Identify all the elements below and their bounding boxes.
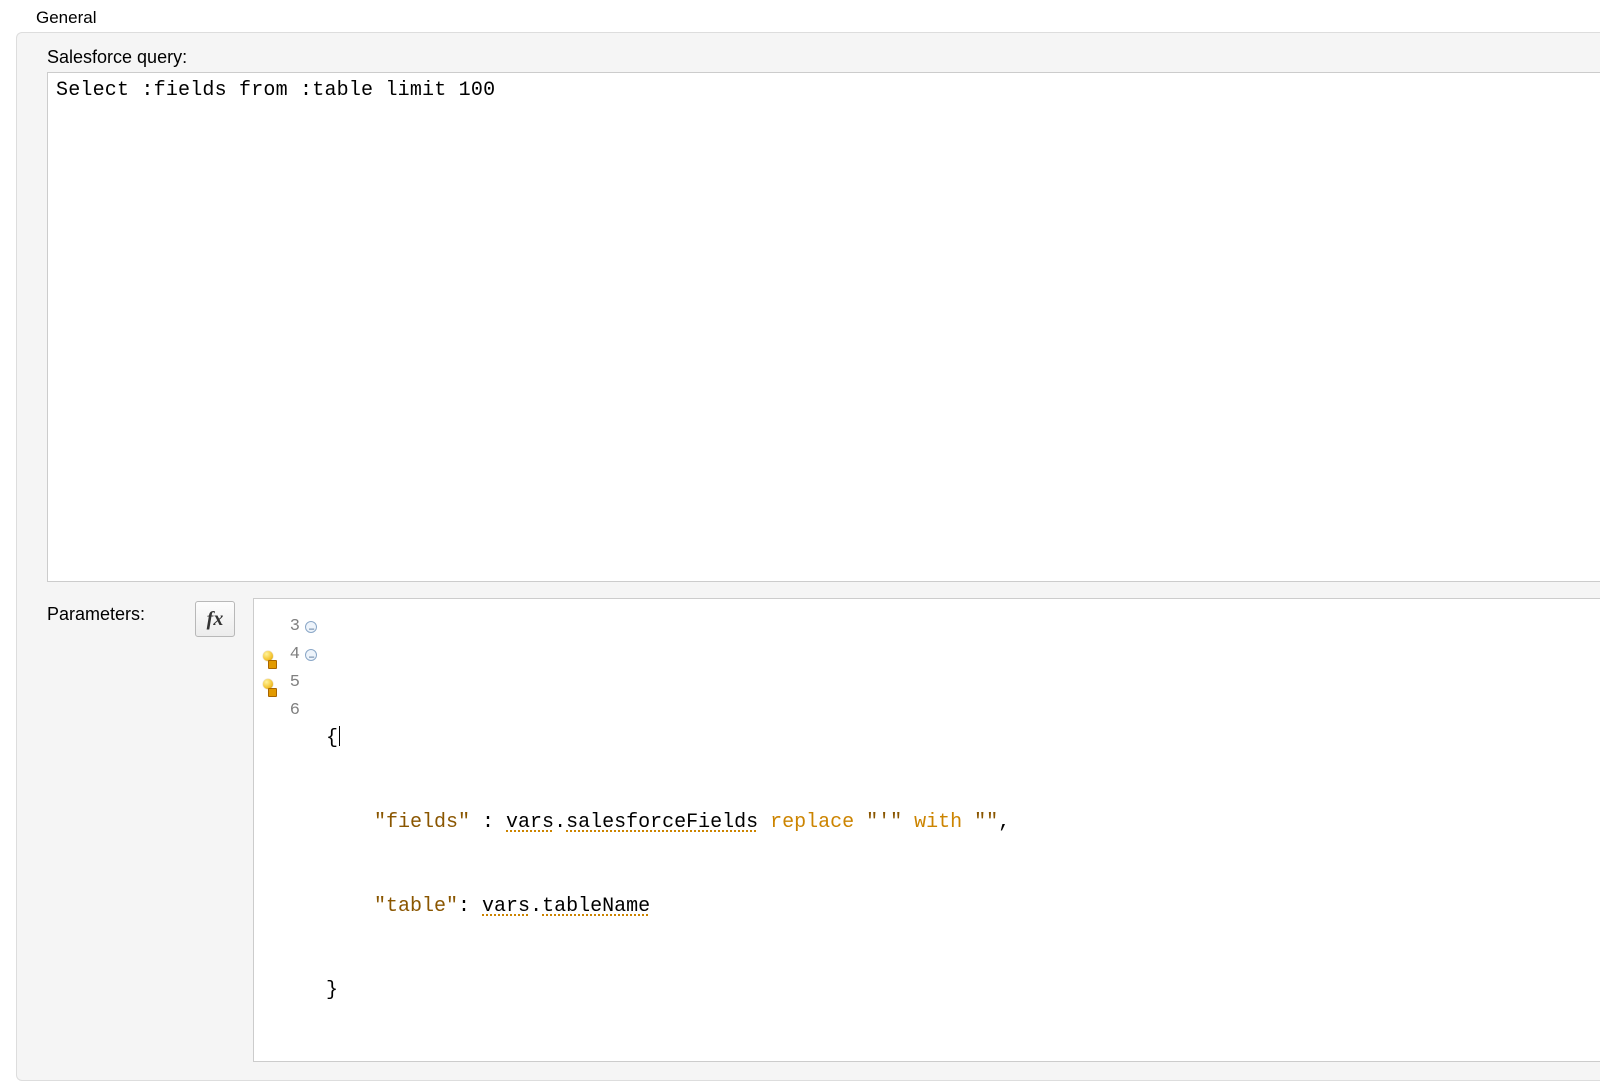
line-number: 2	[290, 599, 300, 600]
tab-general-label[interactable]: General	[0, 8, 1600, 32]
fx-button[interactable]: fx	[195, 601, 235, 637]
code-area[interactable]: --- { "fields" : vars.salesforceFields r…	[320, 599, 1600, 1061]
fold-toggle-icon[interactable]	[305, 649, 317, 661]
text-cursor	[339, 726, 340, 746]
fold-gutter	[302, 599, 320, 1061]
code-line: "fields" : vars.salesforceFields replace…	[326, 809, 1600, 837]
general-panel: Salesforce query: Select :fields from :t…	[16, 32, 1600, 1081]
line-number: 4	[282, 641, 300, 669]
line-number: 3	[282, 613, 300, 641]
parameters-editor[interactable]: 2 3 4 5 6 --- { "fields" : vars.s	[253, 598, 1600, 1062]
line-number: 6	[282, 697, 300, 725]
parameters-row: Parameters: fx 2 3 4 5 6	[47, 598, 1600, 1062]
line-number: 5	[282, 669, 300, 697]
salesforce-query-input[interactable]: Select :fields from :table limit 100	[47, 72, 1600, 582]
line-number-gutter: 2 3 4 5 6	[282, 599, 302, 1061]
properties-panel: General Salesforce query: Select :fields…	[0, 0, 1600, 1081]
marker-gutter	[254, 599, 282, 1061]
lightbulb-icon[interactable]	[261, 651, 275, 665]
query-label: Salesforce query:	[47, 45, 1600, 68]
fold-toggle-icon[interactable]	[305, 621, 317, 633]
lightbulb-icon[interactable]	[261, 679, 275, 693]
code-line: ---	[326, 655, 357, 656]
code-line: }	[326, 977, 1600, 1005]
parameters-label: Parameters:	[47, 598, 177, 625]
code-line: "table": vars.tableName	[326, 893, 1600, 921]
code-line: {	[326, 725, 1600, 753]
